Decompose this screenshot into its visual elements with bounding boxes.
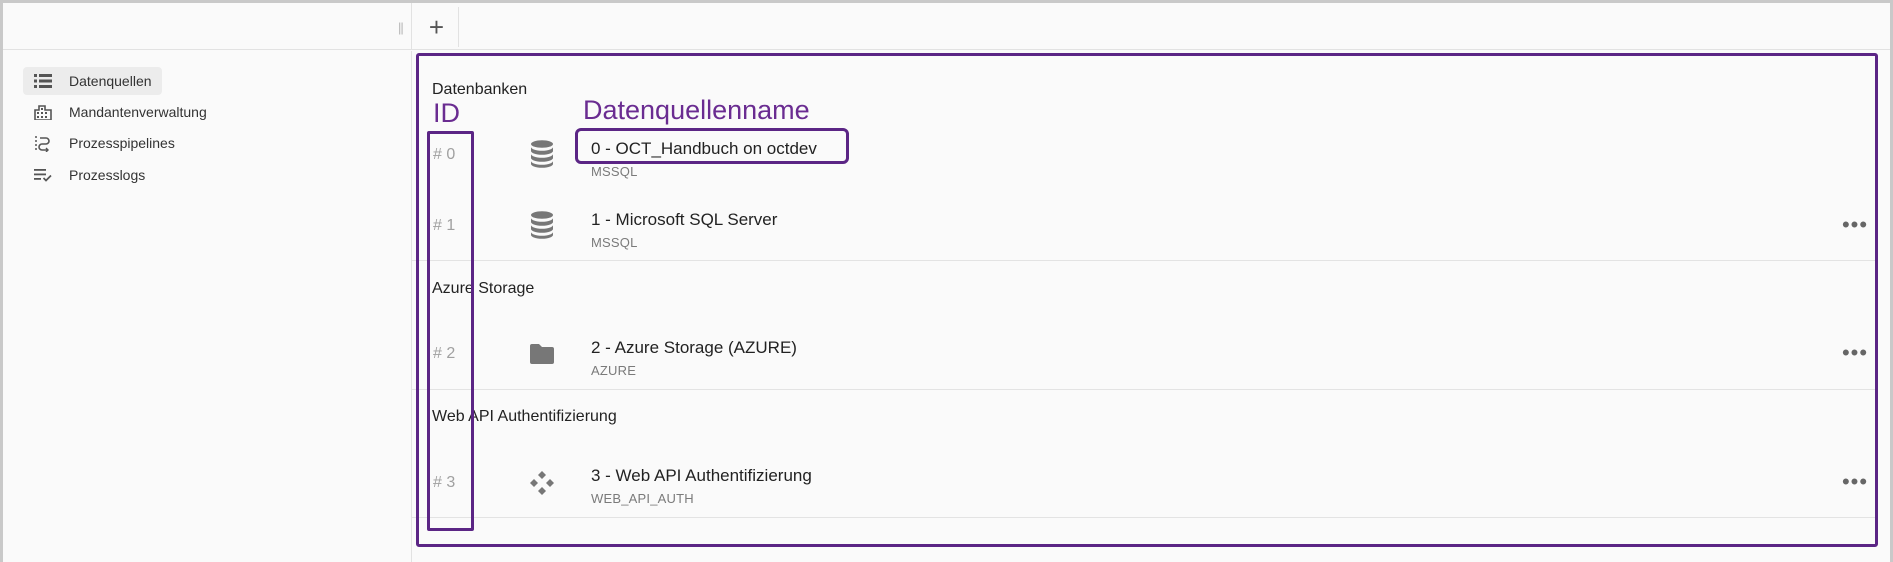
- top-bar: [3, 3, 1890, 50]
- more-options-button[interactable]: •••: [1842, 340, 1868, 365]
- app-window: || + Datenquellen Mandantenverwaltung Pr…: [0, 0, 1893, 562]
- folder-icon: [528, 340, 556, 368]
- list-icon: [33, 72, 53, 90]
- add-tab-button[interactable]: +: [415, 7, 459, 47]
- sidebar-item-prozesslogs[interactable]: Prozesslogs: [23, 161, 155, 189]
- datasource-title: 1 - Microsoft SQL Server: [591, 210, 778, 229]
- row-id: # 3: [433, 474, 456, 491]
- sidebar-item-prozesspipelines[interactable]: Prozesspipelines: [23, 129, 185, 157]
- sidebar-item-label: Prozesspipelines: [69, 135, 175, 151]
- building-icon: [33, 103, 53, 121]
- list-check-icon: [33, 166, 53, 184]
- row-id: # 2: [433, 345, 456, 362]
- datasource-title: 2 - Azure Storage (AZURE): [591, 338, 797, 357]
- datasource-type: MSSQL: [591, 164, 638, 179]
- pipeline-sort-icon: [33, 134, 53, 152]
- database-icon: [528, 140, 556, 168]
- divider: [412, 517, 1878, 518]
- row-id: # 0: [433, 146, 456, 163]
- more-options-button[interactable]: •••: [1842, 212, 1868, 237]
- database-icon: [528, 211, 556, 239]
- sidebar-item-label: Prozesslogs: [69, 167, 146, 183]
- row-id: # 1: [433, 217, 456, 234]
- divider: [411, 3, 412, 50]
- api-icon: [528, 469, 556, 497]
- datasource-title: 0 - OCT_Handbuch on octdev: [591, 139, 817, 158]
- sidebar: Datenquellen Mandantenverwaltung Prozess…: [3, 51, 412, 562]
- drag-handle-icon[interactable]: ||: [398, 20, 406, 36]
- section-title: Datenbanken: [432, 81, 528, 98]
- annotation-id-label: ID: [433, 98, 460, 128]
- section-title: Azure Storage: [432, 280, 535, 297]
- datasource-type: MSSQL: [591, 235, 638, 250]
- section-title: Web API Authentifizierung: [432, 408, 617, 425]
- datasource-type: WEB_API_AUTH: [591, 491, 694, 506]
- datasource-type: AZURE: [591, 363, 637, 378]
- more-options-button[interactable]: •••: [1842, 469, 1868, 494]
- annotation-name-label: Datenquellenname: [583, 95, 810, 125]
- divider: [412, 389, 1878, 390]
- divider: [412, 260, 1878, 261]
- sidebar-item-datenquellen[interactable]: Datenquellen: [23, 67, 162, 95]
- datasource-title: 3 - Web API Authentifizierung: [591, 466, 812, 485]
- sidebar-item-label: Mandantenverwaltung: [69, 104, 207, 120]
- sidebar-item-label: Datenquellen: [69, 73, 152, 89]
- sidebar-item-mandantenverwaltung[interactable]: Mandantenverwaltung: [23, 98, 217, 126]
